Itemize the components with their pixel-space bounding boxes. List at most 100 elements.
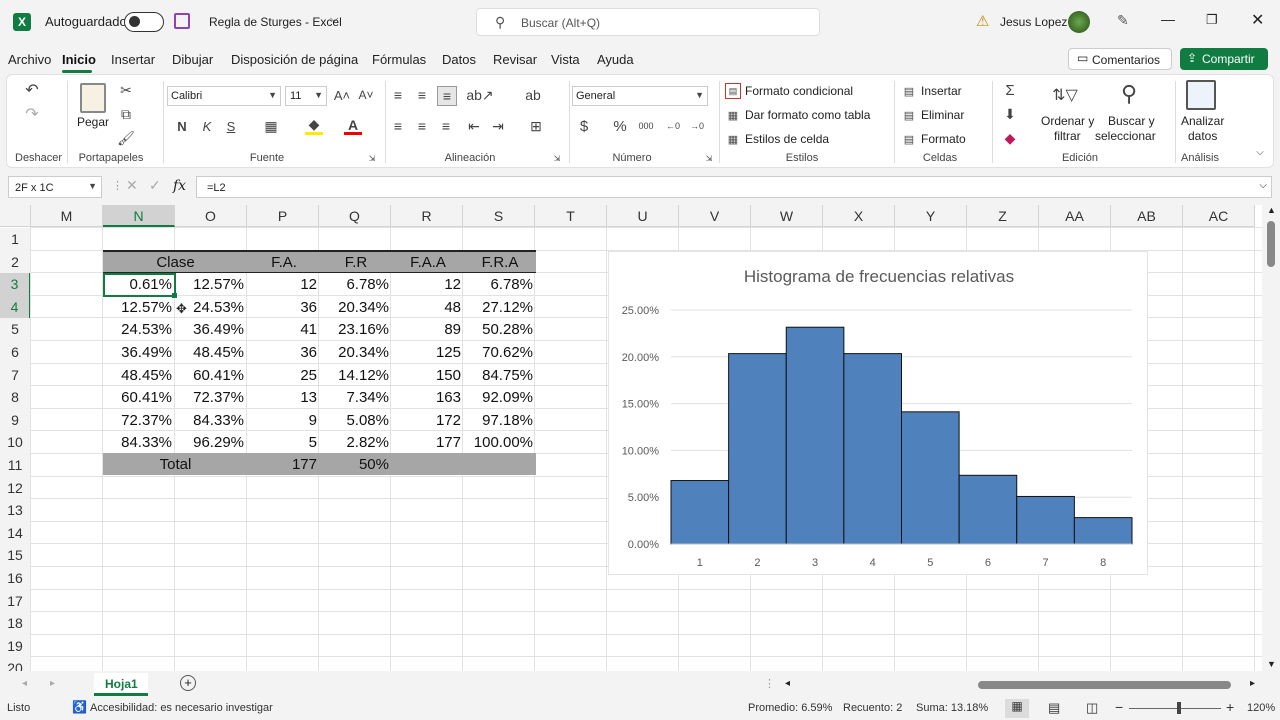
confirm-icon[interactable]: ✓ bbox=[149, 177, 161, 194]
bar[interactable] bbox=[843, 353, 902, 545]
find-select-label-2[interactable]: seleccionar bbox=[1095, 129, 1156, 143]
accessibility-icon[interactable]: ♿ bbox=[72, 700, 87, 714]
increase-indent-icon[interactable]: ⇥ bbox=[489, 117, 507, 135]
bar[interactable] bbox=[901, 411, 960, 545]
autosave-toggle[interactable] bbox=[124, 12, 164, 32]
tab-ayuda[interactable]: Ayuda bbox=[597, 52, 634, 67]
column-header[interactable]: M bbox=[31, 205, 103, 227]
analyze-label-2[interactable]: datos bbox=[1188, 129, 1217, 143]
table-cell[interactable]: 41 bbox=[248, 318, 320, 341]
find-select-icon[interactable]: ⚲ bbox=[1113, 79, 1145, 109]
user-name[interactable]: Jesus Lopez bbox=[1000, 15, 1067, 29]
row-header[interactable]: 8 bbox=[0, 386, 31, 409]
cell-styles-button[interactable]: Estilos de celda bbox=[745, 132, 829, 146]
row-header[interactable]: 1 bbox=[0, 228, 31, 251]
align-left-icon[interactable]: ≡ bbox=[389, 117, 407, 135]
row-header[interactable]: 13 bbox=[0, 499, 31, 522]
tab-dibujar[interactable]: Dibujar bbox=[172, 52, 213, 67]
table-cell[interactable]: 72.37% bbox=[175, 386, 247, 409]
formula-input[interactable]: =L2 ⌵ bbox=[196, 176, 1272, 198]
share-button[interactable]: ⇪ Compartir bbox=[1180, 48, 1268, 70]
format-painter-icon[interactable]: 🖌 bbox=[117, 129, 135, 147]
row-header[interactable]: 10 bbox=[0, 431, 31, 454]
chevron-down-icon[interactable]: ⌵ bbox=[330, 13, 338, 26]
vertical-scrollbar[interactable]: ▲ ▼ bbox=[1263, 205, 1280, 671]
decrease-indent-icon[interactable]: ⇤ bbox=[465, 117, 483, 135]
align-right-icon[interactable]: ≡ bbox=[437, 117, 455, 135]
row-header[interactable]: 14 bbox=[0, 521, 31, 545]
column-header[interactable]: U bbox=[607, 205, 679, 227]
format-cells-button[interactable]: Formato bbox=[921, 132, 966, 146]
table-cell[interactable]: 12 bbox=[248, 273, 320, 296]
zoom-slider-thumb[interactable] bbox=[1177, 702, 1181, 714]
status-count[interactable]: Recuento: 2 bbox=[843, 702, 902, 714]
redo-icon[interactable]: ↷ bbox=[21, 105, 43, 123]
column-header[interactable]: Q bbox=[319, 205, 391, 227]
row-header[interactable]: 7 bbox=[0, 363, 31, 387]
close-icon[interactable]: ✕ bbox=[1251, 10, 1264, 30]
row-header[interactable]: 5 bbox=[0, 318, 31, 341]
chart-container[interactable]: Histograma de frecuencias relativas 0.00%… bbox=[608, 251, 1148, 575]
insert-cells-button[interactable]: Insertar bbox=[921, 84, 962, 98]
add-sheet-icon[interactable]: + bbox=[180, 675, 196, 691]
bar[interactable] bbox=[785, 326, 845, 545]
column-header[interactable]: W bbox=[751, 205, 823, 227]
align-top-icon[interactable]: ≡ bbox=[389, 86, 407, 104]
table-cell[interactable]: 172 bbox=[392, 409, 464, 432]
header-fa[interactable]: F.A. bbox=[248, 251, 320, 274]
row-header[interactable]: 19 bbox=[0, 634, 31, 658]
file-name[interactable]: Regla de Sturges - Excel bbox=[209, 15, 342, 29]
find-select-label-1[interactable]: Buscar y bbox=[1108, 114, 1155, 128]
table-cell[interactable]: 12.57% bbox=[175, 273, 247, 296]
table-cell[interactable]: 50.28% bbox=[464, 318, 536, 341]
column-header[interactable]: S bbox=[463, 205, 535, 227]
align-center-icon[interactable]: ≡ bbox=[413, 117, 431, 135]
zoom-slider[interactable] bbox=[1129, 702, 1221, 714]
font-color-icon[interactable]: A bbox=[344, 117, 362, 135]
select-all-corner[interactable] bbox=[0, 205, 31, 227]
table-cell[interactable]: 6.78% bbox=[464, 273, 536, 296]
column-header[interactable]: N bbox=[103, 205, 175, 227]
merge-center-icon[interactable]: ⊞ bbox=[525, 117, 547, 135]
table-cell[interactable]: 36 bbox=[248, 341, 320, 364]
header-faa[interactable]: F.A.A bbox=[392, 251, 464, 274]
minimize-icon[interactable]: — bbox=[1161, 11, 1175, 27]
status-sum[interactable]: Suma: 13.18% bbox=[916, 702, 988, 714]
table-cell[interactable]: 84.33% bbox=[103, 431, 175, 454]
table-cell[interactable]: 48.45% bbox=[103, 364, 175, 387]
bar[interactable] bbox=[1073, 517, 1133, 545]
align-middle-icon[interactable]: ≡ bbox=[413, 86, 431, 104]
total-fa[interactable]: 177 bbox=[248, 453, 320, 476]
undo-icon[interactable]: ↶ bbox=[21, 81, 43, 99]
bar[interactable] bbox=[958, 474, 1018, 545]
table-cell[interactable]: 96.29% bbox=[175, 431, 247, 454]
column-header[interactable]: Y bbox=[895, 205, 967, 227]
thousands-icon[interactable]: 000 bbox=[635, 117, 657, 135]
sort-filter-icon[interactable]: ⇅▽ bbox=[1049, 81, 1081, 109]
format-table-icon[interactable]: ▦ bbox=[725, 107, 741, 123]
total-fr[interactable]: 50% bbox=[320, 453, 392, 476]
table-cell[interactable]: 6.78% bbox=[320, 273, 392, 296]
delete-cells-button[interactable]: Eliminar bbox=[921, 108, 964, 122]
copy-icon[interactable]: ⧉ bbox=[117, 105, 135, 123]
currency-icon[interactable]: $ bbox=[575, 117, 593, 135]
prev-sheet-icon[interactable]: ◂ bbox=[22, 678, 27, 689]
bar[interactable] bbox=[728, 353, 787, 545]
row-header[interactable]: 18 bbox=[0, 612, 31, 635]
zoom-out-icon[interactable]: − bbox=[1115, 699, 1123, 715]
italic-button[interactable]: K bbox=[198, 117, 216, 135]
table-cell[interactable]: 97.18% bbox=[464, 409, 536, 432]
tab-vista[interactable]: Vista bbox=[551, 52, 580, 67]
table-cell[interactable]: 92.09% bbox=[464, 386, 536, 409]
table-cell[interactable]: 5 bbox=[248, 431, 320, 454]
column-header[interactable]: R bbox=[391, 205, 463, 227]
conditional-format-button[interactable]: Formato condicional bbox=[745, 84, 853, 98]
row-header[interactable]: 3 bbox=[0, 273, 31, 296]
format-cells-icon[interactable]: ▤ bbox=[901, 131, 917, 147]
table-cell[interactable]: 24.53% bbox=[103, 318, 175, 341]
font-name-select[interactable]: Calibri ▼ bbox=[167, 86, 281, 106]
warning-icon[interactable]: ⚠ bbox=[976, 12, 989, 30]
comments-button[interactable]: ▭ Comentarios bbox=[1068, 48, 1172, 70]
save-icon[interactable] bbox=[174, 13, 190, 29]
align-bottom-icon[interactable]: ≡ bbox=[437, 86, 457, 106]
